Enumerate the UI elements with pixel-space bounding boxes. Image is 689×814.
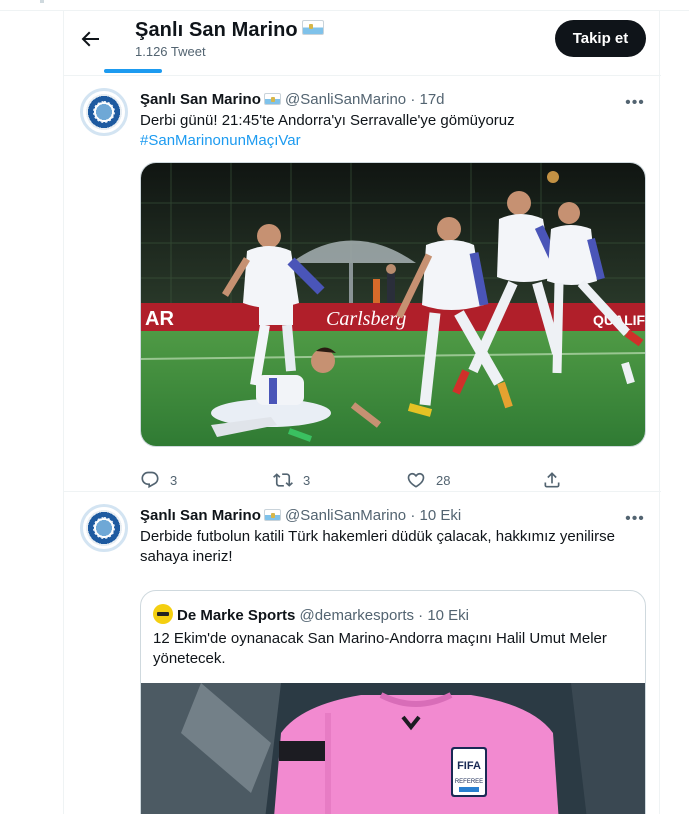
referee-image: FIFA REFEREE	[141, 683, 645, 814]
avatar[interactable]	[80, 88, 128, 136]
back-button[interactable]	[78, 27, 102, 51]
quoted-author-handle: @demarkesports	[299, 607, 414, 624]
tweet-photo[interactable]: AR Carlsberg QUALIF	[140, 162, 646, 447]
quoted-text-line: yönetecek.	[153, 650, 226, 667]
coat-of-arms-icon	[93, 517, 115, 539]
timestamp[interactable]: 17d	[420, 91, 445, 108]
author-name[interactable]: Şanlı San Marino	[140, 507, 261, 524]
tweet-text-line: sahaya ineriz!	[140, 548, 233, 565]
separator: ·	[410, 91, 416, 108]
fifa-badge-text: FIFA	[457, 760, 481, 772]
quoted-tweet[interactable]: De Marke Sports @demarkesports · 10 Eki …	[140, 590, 646, 814]
de-marke-logo-icon	[153, 604, 173, 624]
quoted-timestamp: 10 Eki	[427, 607, 470, 624]
separator: ·	[418, 607, 424, 624]
tweet-actions: 3 3 28	[140, 470, 640, 490]
tweet-text-line: Derbide futbolun katili Türk hakemleri d…	[140, 528, 615, 545]
quoted-photo[interactable]: FIFA REFEREE	[141, 683, 645, 814]
arrow-left-icon	[81, 31, 99, 47]
avatar[interactable]	[80, 504, 128, 552]
tweet-text: Derbide futbolun katili Türk hakemleri d…	[140, 527, 645, 567]
timestamp[interactable]: 10 Eki	[420, 507, 462, 524]
top-strip-marker	[40, 0, 44, 3]
quoted-tweet-header: De Marke Sports @demarkesports · 10 Eki	[153, 604, 469, 624]
quoted-author-name: De Marke Sports	[177, 607, 296, 624]
tweet-text: Derbi günü! 21:45'te Andorra'yı Serraval…	[140, 111, 640, 151]
retweet-icon	[273, 473, 293, 487]
timeline-column: Şanlı San Marino 1.126 Tweet Takip et Şa…	[63, 11, 661, 814]
football-celebration-image: AR Carlsberg QUALIF	[141, 163, 645, 446]
separator: ·	[410, 507, 416, 524]
author-handle[interactable]: @SanliSanMarino	[285, 91, 406, 108]
heart-icon	[407, 472, 425, 488]
active-tab-indicator	[104, 69, 162, 73]
board-text-center: Carlsberg	[326, 308, 406, 330]
tweet-header: Şanlı San Marino @SanliSanMarino · 10 Ek…	[140, 507, 461, 524]
referee-badge-text: REFEREE	[455, 779, 483, 785]
san-marino-flag-icon	[301, 20, 324, 35]
share-icon	[544, 472, 560, 488]
san-marino-flag-icon	[263, 93, 281, 105]
profile-header: Şanlı San Marino 1.126 Tweet Takip et	[64, 11, 661, 73]
follow-button[interactable]: Takip et	[555, 20, 646, 57]
san-marino-flag-icon	[263, 509, 281, 521]
coat-of-arms-icon	[93, 101, 115, 123]
author-handle[interactable]: @SanliSanMarino	[285, 507, 406, 524]
like-count: 28	[436, 473, 451, 488]
profile-title: Şanlı San Marino	[135, 19, 324, 42]
tweet-1[interactable]: Şanlı San Marino @SanliSanMarino · 17d •…	[64, 76, 661, 491]
quoted-text-line: 12 Ekim'de oynanacak San Marino-Andorra …	[153, 630, 607, 647]
profile-name: Şanlı San Marino	[135, 19, 298, 41]
tweet-text-line: Derbi günü! 21:45'te Andorra'yı Serraval…	[140, 112, 515, 129]
quoted-tweet-text: 12 Ekim'de oynanacak San Marino-Andorra …	[153, 629, 633, 669]
author-name[interactable]: Şanlı San Marino	[140, 91, 261, 108]
reply-count: 3	[170, 473, 178, 488]
tweet-header: Şanlı San Marino @SanliSanMarino · 17d	[140, 91, 445, 108]
retweet-count: 3	[303, 473, 311, 488]
reply-icon	[141, 471, 159, 489]
tweet-2[interactable]: Şanlı San Marino @SanliSanMarino · 10 Ek…	[64, 492, 661, 814]
hashtag-link[interactable]: #SanMarinonunMaçıVar	[140, 131, 640, 151]
board-text-left: AR	[145, 308, 174, 330]
tweet-count: 1.126 Tweet	[135, 44, 206, 59]
browser-top-strip	[0, 0, 689, 11]
